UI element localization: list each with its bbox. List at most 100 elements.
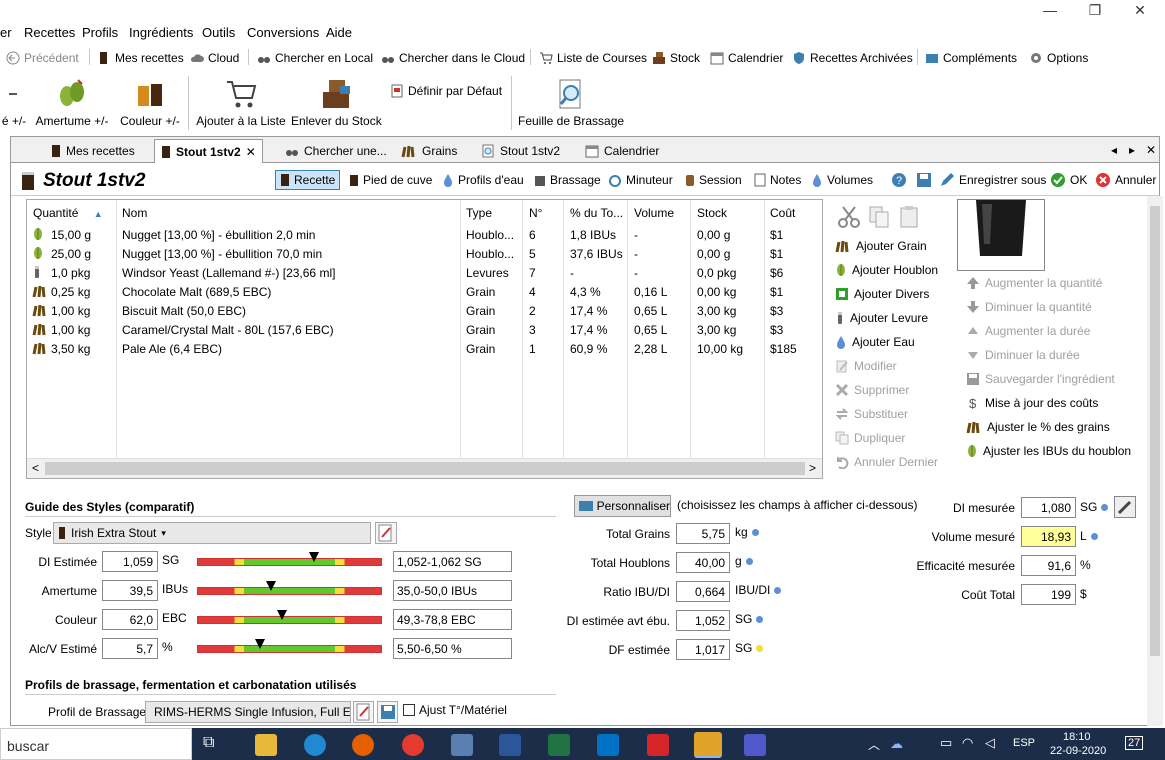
ok-button[interactable]: OK (1050, 170, 1087, 190)
style-edit-button[interactable] (375, 522, 397, 544)
color-button[interactable]: Couleur +/- (118, 78, 182, 128)
word-icon[interactable] (499, 734, 521, 756)
clock-time[interactable]: 18:10 (1063, 731, 1091, 743)
brewing-button[interactable]: Brassage (534, 170, 601, 190)
action-sauvegarder-l-ingr-dient[interactable]: Sauvegarder l'ingrédient (966, 372, 1115, 386)
notification-badge[interactable]: 27 (1125, 736, 1144, 750)
file-explorer-icon[interactable] (255, 734, 277, 756)
col-header-stock[interactable]: Stock (697, 206, 727, 220)
action-ajouter-divers[interactable]: Ajouter Divers (835, 287, 929, 301)
tab-close-icon[interactable]: ✕ (246, 145, 256, 159)
action-dupliquer[interactable]: Dupliquer (835, 431, 905, 445)
paste-icon[interactable] (897, 205, 921, 229)
tab-scroll-left[interactable]: ◂ (1111, 143, 1117, 157)
action-supprimer[interactable]: Supprimer (835, 383, 909, 397)
bitterness-button[interactable]: Amertume +/- (32, 78, 112, 128)
session-button[interactable]: Session (685, 170, 742, 190)
tab-stout-1stv2-sheet[interactable]: Stout 1stv2 (475, 141, 566, 161)
action-augmenter-la-quantit-[interactable]: Augmenter la quantité (966, 276, 1102, 290)
recipe-tab-button[interactable]: Recette (275, 170, 341, 190)
mash-tun-button[interactable]: Pied de cuve (349, 170, 432, 190)
scrollbar-thumb[interactable] (45, 462, 805, 475)
action-ajouter-eau[interactable]: Ajouter Eau (835, 335, 915, 349)
action-mise-jour-des-co-ts[interactable]: $ Mise à jour des coûts (966, 396, 1098, 410)
teams-icon[interactable] (744, 734, 766, 756)
brew-profile-save-button[interactable] (377, 701, 398, 723)
tab-search[interactable]: Chercher une... (279, 141, 393, 161)
notes-button[interactable]: Notes (754, 170, 801, 190)
measured-input[interactable]: 91,6 (1021, 555, 1076, 576)
table-row[interactable]: 1,00 kg Biscuit Malt (50,0 EBC) Grain 2 17,4… (27, 302, 822, 321)
wifi-icon[interactable]: ◠ (962, 735, 973, 751)
action-augmenter-la-dur-e[interactable]: Augmenter la durée (966, 324, 1090, 338)
menu-item-aide[interactable]: Aide (326, 25, 352, 40)
action-substituer[interactable]: Substituer (835, 407, 908, 421)
tab-calendar[interactable]: Calendrier (579, 141, 665, 161)
shopping-list-button[interactable]: Liste de Courses (539, 49, 647, 66)
close-all-tabs[interactable]: ✕ (1146, 143, 1156, 157)
col-header-cost[interactable]: Coût (770, 206, 795, 220)
scroll-left-arrow-icon[interactable]: < (32, 461, 39, 475)
menu-item-recettes[interactable]: Recettes (24, 25, 75, 40)
style-select[interactable]: Irish Extra Stout ▾ (53, 522, 371, 544)
acrobat-icon[interactable] (647, 734, 669, 756)
brew-profile-edit-button[interactable] (353, 701, 374, 723)
stock-button[interactable]: Stock (652, 49, 700, 66)
restore-button[interactable]: ❐ (1080, 2, 1110, 22)
language-indicator[interactable]: ESP (1013, 737, 1035, 749)
menu-item-conversions[interactable]: Conversions (247, 25, 319, 40)
col-header-type[interactable]: Type (466, 206, 492, 220)
tab-scroll-right[interactable]: ▸ (1129, 143, 1135, 157)
brewing-app-icon[interactable] (694, 732, 722, 758)
volume-icon[interactable]: ◁ (985, 735, 995, 751)
customize-button[interactable]: Personnaliser (574, 495, 671, 517)
set-default-button[interactable]: Définir par Défaut (390, 82, 502, 99)
adjust-checkbox[interactable] (403, 704, 415, 716)
clock-date[interactable]: 22-09-2020 (1050, 745, 1106, 757)
search-cloud-button[interactable]: Chercher dans le Cloud (381, 49, 525, 66)
help-button[interactable]: ? (891, 170, 907, 190)
action-ajouter-houblon[interactable]: Ajouter Houblon (835, 263, 938, 277)
search-local-button[interactable]: Chercher en Local (257, 49, 373, 66)
battery-icon[interactable]: ▭ (940, 735, 952, 751)
volumes-button[interactable]: Volumes (811, 170, 873, 190)
addons-button[interactable]: Compléments (925, 49, 1017, 66)
edge-icon[interactable] (304, 734, 326, 756)
scissors-icon[interactable] (837, 205, 861, 229)
tab-stout-1stv2-active[interactable]: Stout 1stv2 ✕ (154, 139, 263, 163)
table-row[interactable]: 1,00 kg Caramel/Crystal Malt - 80L (157,6… (27, 321, 822, 340)
brew-sheet-button[interactable]: Feuille de Brassage (518, 78, 624, 128)
taskbar-search-box[interactable]: buscar (0, 728, 192, 760)
action-annuler-dernier[interactable]: Annuler Dernier (835, 455, 938, 469)
measured-input[interactable]: 1,080 (1021, 497, 1076, 518)
cloud-button[interactable]: Cloud (190, 49, 239, 66)
table-row[interactable]: 3,50 kg Pale Ale (6,4 EBC) Grain 1 60,9 % 2,2… (27, 340, 822, 359)
menu-item-outils[interactable]: Outils (202, 25, 235, 40)
partial-adjust-button[interactable]: é +/- (0, 78, 28, 128)
table-row[interactable]: 0,25 kg Chocolate Malt (689,5 EBC) Grain 4 4… (27, 283, 822, 302)
previous-button[interactable]: Précédent (6, 49, 79, 66)
horizontal-scrollbar[interactable]: < > (27, 458, 822, 478)
action-ajouter-levure[interactable]: Ajouter Levure (835, 311, 928, 325)
water-profiles-button[interactable]: Profils d'eau (442, 170, 524, 190)
tab-grains[interactable]: Grains (395, 141, 463, 161)
save-button[interactable] (916, 170, 932, 190)
menu-item-profils[interactable]: Profils (82, 25, 118, 40)
onedrive-icon[interactable]: ☁ (890, 736, 903, 752)
brew-profile-select[interactable]: RIMS-HERMS Single Infusion, Full E (145, 701, 351, 723)
timer-button[interactable]: Minuteur (608, 170, 673, 190)
col-header-volume[interactable]: Volume (634, 206, 674, 220)
show-hidden-icons[interactable]: ︿ (868, 736, 880, 753)
measured-input[interactable]: 199 (1021, 584, 1076, 605)
remove-from-stock-button[interactable]: Enlever du Stock (291, 78, 382, 128)
calendar-button[interactable]: Calendrier (710, 49, 783, 66)
col-header-quantity[interactable]: Quantité ▲ (33, 206, 103, 220)
action-ajuster-les-ibus-du-houblon[interactable]: Ajuster les IBUs du houblon (966, 444, 1131, 458)
network-app-icon[interactable] (451, 734, 473, 756)
chrome-icon[interactable] (402, 734, 424, 756)
archived-recipes-button[interactable]: Recettes Archivées (792, 49, 913, 66)
col-header-percent[interactable]: % du To... (570, 206, 623, 220)
firefox-icon[interactable] (352, 734, 374, 756)
add-to-list-button[interactable]: Ajouter à la Liste (196, 78, 286, 128)
close-window-button[interactable]: ✕ (1125, 2, 1155, 22)
